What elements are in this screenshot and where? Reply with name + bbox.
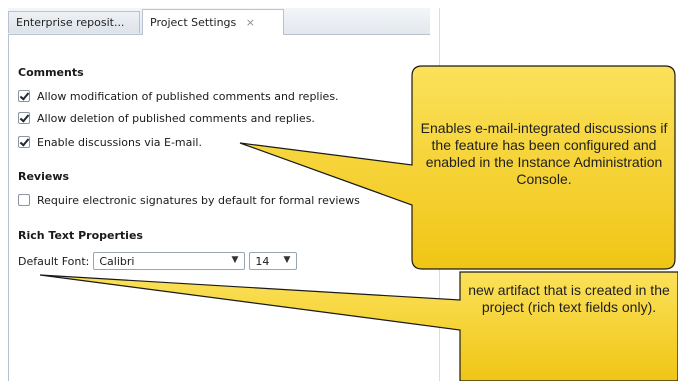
bottom-callout-text: new artifact that is created in the proj… [468,282,670,315]
top-callout-text: Enables e-mail-integrated discussions if… [420,120,668,187]
callout-shapes [39,65,678,381]
